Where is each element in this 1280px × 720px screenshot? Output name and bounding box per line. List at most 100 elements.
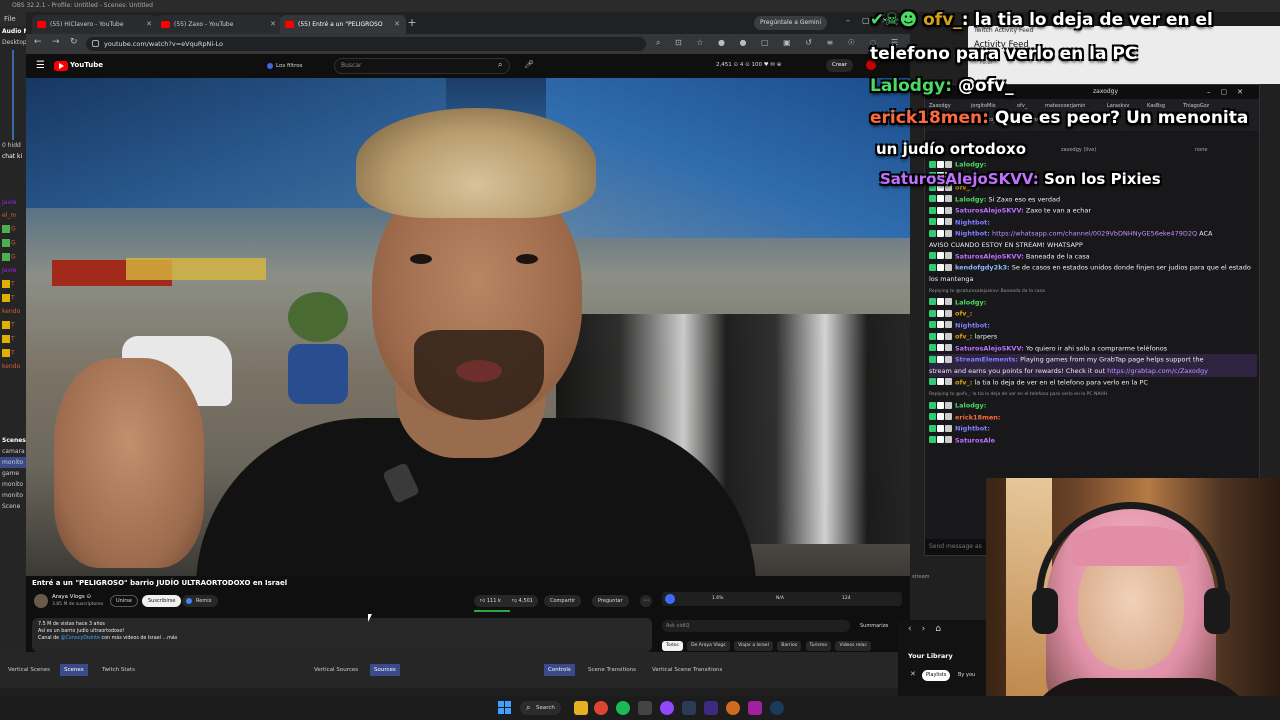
forward-icon[interactable]: → xyxy=(52,37,60,47)
chat-username[interactable]: SaturosAlejoSKVV: xyxy=(955,252,1024,260)
scene-item[interactable]: monito xyxy=(0,457,26,468)
dock-tab[interactable]: Vertical Sources xyxy=(310,664,362,676)
chat-username[interactable]: Nightbot: xyxy=(955,425,990,433)
url-input[interactable]: youtube.com/watch?v=eVquRpNi-Lo xyxy=(86,37,646,51)
summarize-button[interactable]: Summarize xyxy=(856,620,892,632)
file-explorer-icon[interactable] xyxy=(574,701,588,715)
chat-username[interactable]: Lalodgy: xyxy=(955,195,986,203)
chat-username[interactable]: Lalodgy: xyxy=(955,402,986,410)
dock-tab[interactable]: Sources xyxy=(370,664,400,676)
window-controls[interactable]: –▢✕ xyxy=(1207,85,1253,99)
steam-icon[interactable] xyxy=(770,701,784,715)
chat-username[interactable]: Nightbot: xyxy=(955,218,990,226)
by-you-chip[interactable]: By you xyxy=(958,670,975,681)
dislike-button[interactable]: 👎︎ 4,501 xyxy=(512,595,533,607)
photoshop-icon[interactable] xyxy=(682,701,696,715)
microphone-icon[interactable]: 🎤︎ xyxy=(524,60,534,69)
extension-icons[interactable]: ⌕ ⊡ ☆ ● ● ▢ ▣ ↺ ≡ ☉ ◌ ☰ xyxy=(656,38,906,50)
chat-username[interactable]: SaturosAle xyxy=(955,436,995,444)
share-button[interactable]: Compartir xyxy=(544,595,582,607)
chrome-icon[interactable] xyxy=(594,701,608,715)
scene-item[interactable]: monito xyxy=(0,479,26,490)
scene-item[interactable]: game xyxy=(0,468,26,479)
dock-tab[interactable]: Vertical Scene Transitions xyxy=(648,664,726,676)
chat-username[interactable]: Lalodgy: xyxy=(955,298,986,306)
premiere-icon[interactable] xyxy=(704,701,718,715)
windows-start-icon[interactable] xyxy=(498,701,511,714)
chat-link[interactable]: https://grabtap.com/c/Zaxodgy xyxy=(1107,367,1208,375)
new-tab-button[interactable]: + xyxy=(404,15,420,31)
app-icon[interactable] xyxy=(638,701,652,715)
chat-username[interactable]: Nightbot: xyxy=(955,321,990,329)
chat-username[interactable]: ofv_: xyxy=(955,378,972,386)
library-nav-icons[interactable]: ‹›⌂ xyxy=(908,624,951,634)
chat-username[interactable]: Lalodgy: xyxy=(955,161,986,169)
library-title[interactable]: Your Library xyxy=(908,652,953,660)
chat-username[interactable]: erick18men: xyxy=(955,413,1000,421)
app-icon[interactable] xyxy=(726,701,740,715)
vidiq-icon[interactable] xyxy=(665,594,675,604)
app-icon[interactable] xyxy=(748,701,762,715)
chat-username[interactable]: StreamElements: xyxy=(955,356,1018,364)
chip[interactable]: Barrios xyxy=(777,641,802,651)
chat-link[interactable]: https://whatsapp.com/channel/0029VbDNHNy… xyxy=(992,230,1197,238)
site-info-icon[interactable] xyxy=(92,40,99,47)
browser-tab[interactable]: (55) Zaxo - YouTube ✕ xyxy=(156,15,282,34)
search-input[interactable]: Buscar xyxy=(334,58,510,74)
playlists-chip[interactable]: Playlists xyxy=(922,670,951,681)
dock-tab[interactable]: Controls xyxy=(544,664,575,676)
remix-button[interactable]: Remix xyxy=(182,595,218,607)
chat-username[interactable]: Nightbot: xyxy=(955,230,990,238)
create-button[interactable]: Crear xyxy=(826,59,853,72)
scene-item[interactable]: Scene xyxy=(0,501,26,512)
chip[interactable]: Videos relac xyxy=(835,641,871,651)
dock-tab[interactable]: Twitch Stats xyxy=(98,664,139,676)
chat-username[interactable]: ofv_: xyxy=(955,310,972,318)
dock-tab[interactable]: Scenes xyxy=(60,664,88,676)
badge-icon xyxy=(945,229,952,237)
scene-item[interactable]: monito xyxy=(0,490,26,501)
channel-name[interactable]: Araya Vlogs ⊙ xyxy=(52,594,91,600)
back-icon[interactable]: ← xyxy=(34,37,42,47)
youtube-logo-text[interactable]: YouTube xyxy=(70,61,103,69)
browser-tab[interactable]: (55) HiClavero - YouTube ✕ xyxy=(32,15,158,34)
taskbar-search[interactable]: Search xyxy=(520,701,561,715)
chat-message: SaturosAle xyxy=(929,435,1257,447)
gemini-button[interactable]: Pregúntale a Gemini xyxy=(754,16,828,30)
chat-username[interactable]: SaturosAlejoSKVV: xyxy=(955,207,1024,215)
video-player[interactable] xyxy=(26,78,910,576)
channel-avatar[interactable] xyxy=(34,594,48,608)
twitch-icon[interactable] xyxy=(660,701,674,715)
chat-username[interactable]: kendofgdy2k3: xyxy=(955,264,1010,272)
ask-vidiq-input[interactable]: Ask vidIQ xyxy=(662,620,850,632)
chat-message-text: Zaxo te van a echar xyxy=(1025,206,1092,215)
browser-tab-active[interactable]: (55) Entré a un "PELIGROSO ✕ xyxy=(280,15,406,34)
scene-item[interactable]: camara xyxy=(0,446,26,457)
chip[interactable]: De Araya Vlogs xyxy=(687,641,730,651)
close-icon[interactable]: ✕ xyxy=(394,15,400,34)
subscribe-button[interactable]: Suscribirse xyxy=(142,595,182,607)
chip[interactable]: Viajar a Israel xyxy=(734,641,773,651)
video-person-eye xyxy=(516,254,538,264)
channel-mention-link[interactable]: @ConocyDisinte xyxy=(61,636,100,641)
dock-tab[interactable]: Scene Transitions xyxy=(584,664,640,676)
chat-username[interactable]: SaturosAlejoSKVV: xyxy=(955,344,1024,352)
dock-tab[interactable]: Vertical Scenes xyxy=(4,664,54,676)
search-icon[interactable]: ⌕ xyxy=(498,60,502,70)
filters-button[interactable]: Los filtros xyxy=(264,60,307,72)
youtube-logo-icon[interactable] xyxy=(54,61,68,71)
chat-username[interactable]: ofv_: xyxy=(955,333,972,341)
like-button[interactable]: 👍︎ 111 k xyxy=(480,595,501,607)
ask-button[interactable]: Preguntar xyxy=(592,595,629,607)
close-icon[interactable]: ✕ xyxy=(270,15,276,34)
close-icon[interactable]: ✕ xyxy=(910,670,916,678)
more-options-icon[interactable]: ⋯ xyxy=(640,595,652,607)
join-button[interactable]: Unirse xyxy=(110,595,138,607)
reload-icon[interactable]: ↻ xyxy=(70,37,78,47)
menu-icon[interactable]: ☰ xyxy=(36,60,45,71)
description-box[interactable]: 7.5 M de vistas hace 3 años Así es un ba… xyxy=(32,618,652,652)
chip[interactable]: Turismo xyxy=(805,641,832,651)
chip[interactable]: Todos xyxy=(662,641,683,651)
close-icon[interactable]: ✕ xyxy=(146,15,152,34)
spotify-icon[interactable] xyxy=(616,701,630,715)
